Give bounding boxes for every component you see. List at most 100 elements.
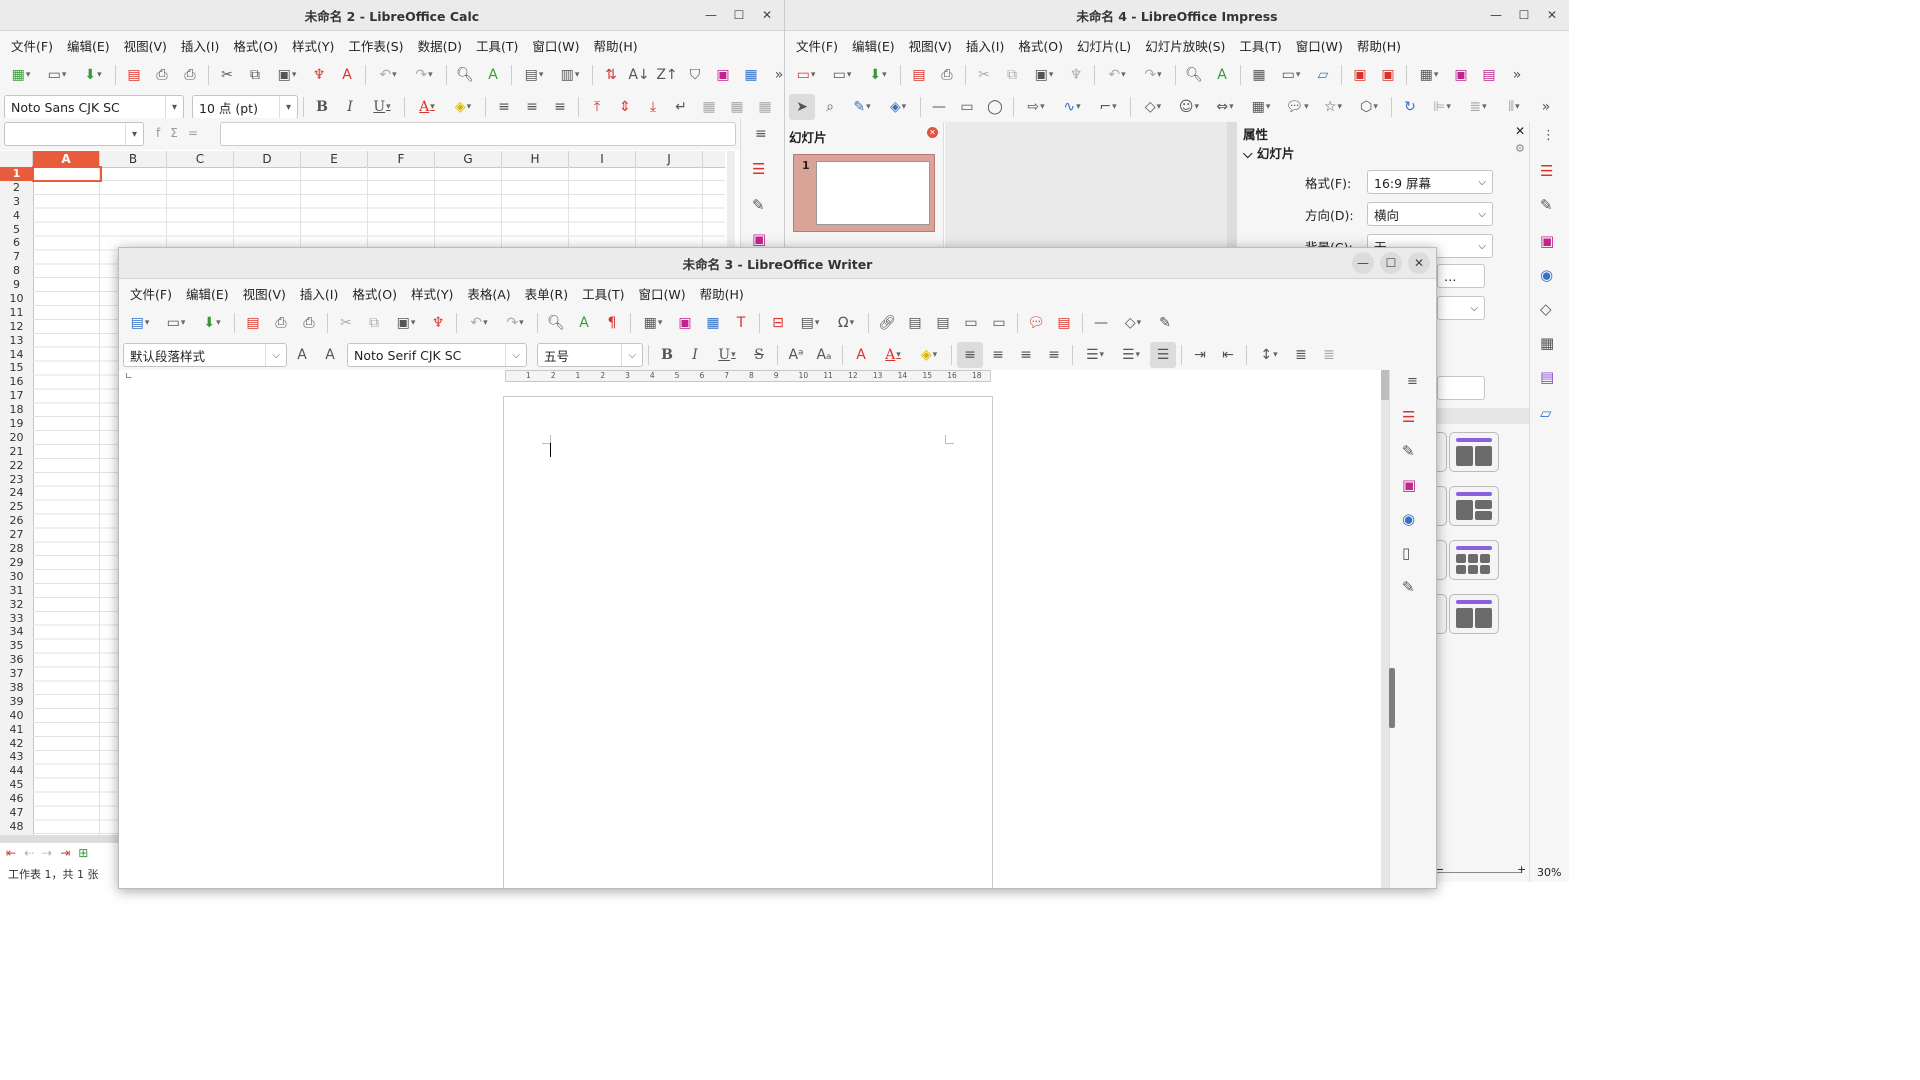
- row-header[interactable]: 38: [0, 681, 33, 695]
- clone-formatting-icon[interactable]: ♆: [1063, 62, 1089, 88]
- calc-menu-help[interactable]: 帮助(H): [586, 36, 644, 55]
- superscript-icon[interactable]: Aᵃ: [783, 342, 809, 368]
- row-header[interactable]: 27: [0, 528, 33, 542]
- comment-icon[interactable]: 💬︎: [1023, 310, 1049, 336]
- column-header[interactable]: H: [502, 151, 569, 167]
- insert-chart-icon[interactable]: ▦: [738, 62, 764, 88]
- merge-center-icon[interactable]: ▦: [724, 94, 750, 120]
- line-spacing-icon[interactable]: ↕: [1252, 342, 1286, 368]
- column-icon[interactable]: ▥: [553, 62, 587, 88]
- column-header[interactable]: B: [100, 151, 167, 167]
- insert-field-icon[interactable]: ▤: [793, 310, 827, 336]
- row-header[interactable]: 26: [0, 514, 33, 528]
- layout-title-six-content[interactable]: [1449, 540, 1499, 580]
- horizontal-scrollbar[interactable]: [0, 835, 120, 843]
- lines-arrows-icon[interactable]: ⇨: [1019, 94, 1053, 120]
- bullet-list-icon[interactable]: ☰: [1078, 342, 1112, 368]
- insert-textbox-icon[interactable]: T: [728, 310, 754, 336]
- formula-input[interactable]: [220, 122, 736, 146]
- writer-menu-tools[interactable]: 工具(T): [575, 284, 631, 303]
- export-pdf-icon[interactable]: ▤: [906, 62, 932, 88]
- column-header[interactable]: F: [368, 151, 435, 167]
- bold-icon[interactable]: B: [309, 94, 335, 120]
- row-header[interactable]: 18: [0, 403, 33, 417]
- writer-font-name-box[interactable]: Noto Serif CJK SC ⌵: [347, 343, 527, 367]
- open-icon[interactable]: ▭: [825, 62, 859, 88]
- paste-icon[interactable]: ▣: [389, 310, 423, 336]
- row-header[interactable]: 8: [0, 264, 33, 278]
- layout-title-content-two[interactable]: [1449, 486, 1499, 526]
- navigator-icon[interactable]: ◉: [1402, 510, 1415, 528]
- row-header[interactable]: 45: [0, 778, 33, 792]
- ellipse-icon[interactable]: ◯: [982, 94, 1008, 120]
- calc-titlebar[interactable]: 未命名 2 - LibreOffice Calc — ☐ ✕: [0, 0, 784, 31]
- font-color-icon[interactable]: A: [410, 94, 444, 120]
- symbol-shapes-icon[interactable]: ☺: [1172, 94, 1206, 120]
- style-inspector-icon[interactable]: ✎: [1402, 578, 1415, 596]
- impress-menu-window[interactable]: 窗口(W): [1289, 36, 1350, 55]
- italic-icon[interactable]: I: [337, 94, 363, 120]
- increase-indent-icon[interactable]: ⇥: [1187, 342, 1213, 368]
- impress-menu-help[interactable]: 帮助(H): [1350, 36, 1408, 55]
- calc-menu-window[interactable]: 窗口(W): [525, 36, 586, 55]
- insert-chart-icon[interactable]: ▦: [700, 310, 726, 336]
- impress-menu-format[interactable]: 格式(O): [1011, 36, 1070, 55]
- curves-icon[interactable]: ∿: [1055, 94, 1089, 120]
- paste-icon[interactable]: ▣: [1027, 62, 1061, 88]
- cut-icon[interactable]: ✂: [971, 62, 997, 88]
- calc-font-size-box[interactable]: 10 点 (pt) ▾: [192, 95, 298, 119]
- sidebar-menu-icon[interactable]: ≡: [1407, 374, 1418, 389]
- insert-table-icon[interactable]: ▦: [1412, 62, 1446, 88]
- master-view-select[interactable]: ⌵: [1437, 296, 1485, 320]
- formula-icon[interactable]: =: [188, 126, 198, 140]
- row-header[interactable]: 24: [0, 486, 33, 500]
- row-header[interactable]: 14: [0, 348, 33, 362]
- layout-name-field[interactable]: [1437, 376, 1485, 400]
- copy-icon[interactable]: ⧉: [999, 62, 1025, 88]
- properties-icon[interactable]: ☰: [752, 160, 765, 178]
- clear-formatting-icon[interactable]: A: [848, 342, 874, 368]
- row-header[interactable]: 5: [0, 223, 33, 237]
- find-replace-icon[interactable]: 🔍︎: [1181, 62, 1207, 88]
- calc-menu-styles[interactable]: 样式(Y): [285, 36, 341, 55]
- align-left-icon[interactable]: ≡: [957, 342, 983, 368]
- writer-menu-insert[interactable]: 插入(I): [293, 284, 345, 303]
- save-icon[interactable]: ⬇: [861, 62, 895, 88]
- export-pdf-icon[interactable]: ▤: [240, 310, 266, 336]
- first-sheet-icon[interactable]: ⇤: [6, 846, 16, 860]
- minimize-icon[interactable]: —: [700, 4, 722, 26]
- sidebar-collapse-handle[interactable]: [1389, 668, 1395, 728]
- align-center-icon[interactable]: ≡: [519, 94, 545, 120]
- prev-sheet-icon[interactable]: ⇠: [24, 846, 34, 860]
- insert-table-icon[interactable]: ▦: [636, 310, 670, 336]
- writer-font-size-box[interactable]: 五号 ⌵: [537, 343, 643, 367]
- row-header[interactable]: 36: [0, 653, 33, 667]
- track-changes-icon[interactable]: ▤: [1051, 310, 1077, 336]
- select-icon[interactable]: ➤: [789, 94, 815, 120]
- maximize-icon[interactable]: ☐: [1513, 4, 1535, 26]
- writer-menu-file[interactable]: 文件(F): [123, 284, 179, 303]
- row-header[interactable]: 41: [0, 723, 33, 737]
- calc-menu-edit[interactable]: 编辑(E): [60, 36, 117, 55]
- zoom-in-icon[interactable]: +: [1517, 863, 1526, 876]
- flowchart-icon[interactable]: ▦: [1244, 94, 1278, 120]
- row-header[interactable]: 4: [0, 209, 33, 223]
- print-preview-icon[interactable]: ⎙: [177, 62, 203, 88]
- paste-icon[interactable]: ▣: [270, 62, 304, 88]
- undo-icon[interactable]: ↶: [1100, 62, 1134, 88]
- row-header[interactable]: 1: [0, 167, 33, 181]
- row-header[interactable]: 21: [0, 445, 33, 459]
- justify-icon[interactable]: ≡: [1041, 342, 1067, 368]
- italic-icon[interactable]: I: [682, 342, 708, 368]
- zoom-pan-icon[interactable]: ⌕: [817, 94, 843, 120]
- row-header[interactable]: 17: [0, 389, 33, 403]
- layout-title-two-content-alt[interactable]: [1449, 594, 1499, 634]
- wrap-text-icon[interactable]: ↵: [668, 94, 694, 120]
- formatting-marks-icon[interactable]: ¶: [599, 310, 625, 336]
- row-header[interactable]: 2: [0, 181, 33, 195]
- row-header[interactable]: 33: [0, 612, 33, 626]
- rotate-icon[interactable]: ↻: [1397, 94, 1423, 120]
- next-sheet-icon[interactable]: ⇢: [42, 846, 52, 860]
- row-header[interactable]: 30: [0, 570, 33, 584]
- find-replace-icon[interactable]: 🔍︎: [543, 310, 569, 336]
